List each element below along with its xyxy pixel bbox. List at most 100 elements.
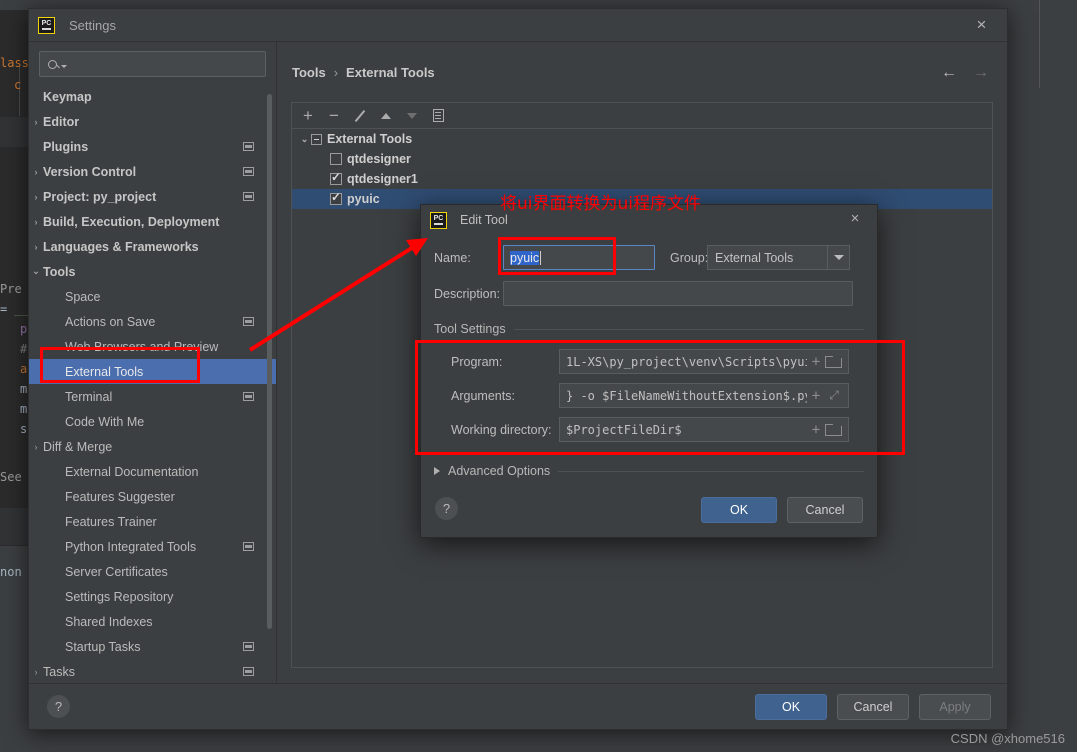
tool-enabled-checkbox[interactable] xyxy=(330,190,342,205)
sidebar-item-label: Editor xyxy=(43,114,80,129)
working-directory-input[interactable]: $ProjectFileDir$ + xyxy=(559,417,849,442)
sidebar-item-label: Version Control xyxy=(43,164,137,179)
sidebar-item-diff-merge[interactable]: › Diff & Merge xyxy=(29,434,276,459)
sidebar-item-project-py-project[interactable]: › Project: py_project xyxy=(29,184,276,209)
sidebar-item-version-control[interactable]: › Version Control xyxy=(29,159,276,184)
code-fragment: m xyxy=(20,402,28,416)
name-input[interactable]: pyuic xyxy=(503,245,655,270)
sidebar-item-tasks[interactable]: › Tasks xyxy=(29,659,276,684)
move-down-button[interactable] xyxy=(399,104,425,128)
pycharm-logo-text: PC xyxy=(433,215,444,223)
advanced-options-section[interactable]: Advanced Options xyxy=(434,464,864,478)
tool-label: qtdesigner1 xyxy=(347,172,418,186)
sidebar-item-external-documentation[interactable]: › External Documentation xyxy=(29,459,276,484)
sidebar-item-external-tools[interactable]: › External Tools xyxy=(29,359,276,384)
breadcrumb-parent[interactable]: Tools xyxy=(292,65,326,80)
description-input[interactable] xyxy=(503,281,853,306)
settings-cancel-button[interactable]: Cancel xyxy=(837,694,909,720)
insert-macro-icon[interactable]: + xyxy=(807,422,825,438)
chevron-right-icon[interactable]: › xyxy=(29,117,43,127)
edit-tool-ok-button[interactable]: OK xyxy=(701,497,777,523)
tools-group-label: External Tools xyxy=(327,132,413,146)
arguments-label: Arguments: xyxy=(451,388,515,403)
copy-icon xyxy=(432,109,444,122)
folder-icon[interactable] xyxy=(825,356,842,368)
sidebar-item-server-certificates[interactable]: › Server Certificates xyxy=(29,559,276,584)
sidebar-item-code-with-me[interactable]: › Code With Me xyxy=(29,409,276,434)
chevron-right-icon[interactable]: › xyxy=(29,192,43,202)
sidebar-item-terminal[interactable]: › Terminal xyxy=(29,384,276,409)
sidebar-item-settings-repository[interactable]: › Settings Repository xyxy=(29,584,276,609)
breadcrumb-current: External Tools xyxy=(346,64,435,80)
tool-row-qtdesigner[interactable]: qtdesigner xyxy=(292,149,992,169)
nav-forward-icon[interactable]: → xyxy=(973,64,989,82)
chevron-right-icon[interactable]: › xyxy=(29,667,43,677)
folder-icon[interactable] xyxy=(825,424,842,436)
name-row: Name: pyuic Group: External Tools xyxy=(421,245,877,270)
sidebar-item-label: Settings Repository xyxy=(65,589,174,604)
move-up-button[interactable] xyxy=(373,104,399,128)
nav-back-icon[interactable]: ← xyxy=(941,64,957,82)
settings-badge-icon xyxy=(243,192,254,201)
insert-macro-icon[interactable]: + xyxy=(807,388,825,404)
section-divider xyxy=(513,328,864,330)
chevron-right-icon: › xyxy=(29,92,43,102)
tools-group-row[interactable]: ⌄ External Tools xyxy=(292,129,992,149)
chevron-right-icon[interactable]: › xyxy=(29,167,43,177)
tool-row-qtdesigner1[interactable]: qtdesigner1 xyxy=(292,169,992,189)
remove-tool-button[interactable]: − xyxy=(321,104,347,128)
annotation-note: 将ui界面转换为ui程序文件 xyxy=(500,194,701,214)
sidebar-item-plugins[interactable]: ›Plugins xyxy=(29,134,276,159)
add-tool-button[interactable]: + xyxy=(295,104,321,128)
sidebar-item-startup-tasks[interactable]: › Startup Tasks xyxy=(29,634,276,659)
sidebar-item-python-integrated-tools[interactable]: › Python Integrated Tools xyxy=(29,534,276,559)
sidebar-item-label: Features Suggester xyxy=(65,489,175,504)
search-input[interactable] xyxy=(72,57,265,71)
group-dropdown[interactable]: External Tools xyxy=(707,245,850,270)
sidebar-item-editor[interactable]: › Editor xyxy=(29,109,276,134)
arguments-input-value: } -o $FileNameWithoutExtension$.py xyxy=(566,388,807,403)
group-checkbox[interactable] xyxy=(311,133,322,145)
arguments-input[interactable]: } -o $FileNameWithoutExtension$.py + ⤢ xyxy=(559,383,849,408)
edit-tool-footer-buttons: OK Cancel xyxy=(701,497,863,523)
sidebar-item-label: Languages & Frameworks xyxy=(43,239,199,254)
chevron-right-icon: › xyxy=(29,467,43,477)
sidebar-item-shared-indexes[interactable]: › Shared Indexes xyxy=(29,609,276,634)
search-area xyxy=(29,42,276,81)
search-box[interactable] xyxy=(39,51,266,77)
tool-enabled-checkbox[interactable] xyxy=(330,170,342,185)
help-icon[interactable]: ? xyxy=(47,695,70,718)
insert-macro-icon[interactable]: + xyxy=(807,354,825,370)
chevron-right-icon: › xyxy=(29,292,43,302)
sidebar-item-keymap[interactable]: ›Keymap xyxy=(29,84,276,109)
chevron-right-icon[interactable]: › xyxy=(29,442,43,452)
close-icon[interactable]: × xyxy=(846,210,864,228)
help-icon[interactable]: ? xyxy=(435,497,458,520)
ide-right-divider xyxy=(1039,0,1040,88)
chevron-right-icon: › xyxy=(29,517,43,527)
expand-icon[interactable]: ⤢ xyxy=(825,388,843,403)
group-label: Group: xyxy=(670,250,709,265)
sidebar-item-label: Project: py_project xyxy=(43,189,157,204)
tool-enabled-checkbox[interactable] xyxy=(330,153,342,165)
settings-ok-button[interactable]: OK xyxy=(755,694,827,720)
edit-tool-button[interactable] xyxy=(347,104,373,128)
edit-tool-cancel-button[interactable]: Cancel xyxy=(787,497,863,523)
settings-badge-icon xyxy=(243,667,254,676)
settings-badge-icon xyxy=(243,392,254,401)
close-icon[interactable]: × xyxy=(972,16,991,35)
program-input[interactable]: 1L-XS\py_project\venv\Scripts\pyuic5.exe… xyxy=(559,349,849,374)
sidebar-item-features-suggester[interactable]: › Features Suggester xyxy=(29,484,276,509)
settings-category-tree[interactable]: ›Keymap›Editor›Plugins›Version Control›P… xyxy=(29,84,276,684)
chevron-right-icon: › xyxy=(29,367,43,377)
sidebar-scrollbar[interactable] xyxy=(267,94,272,629)
chevron-down-icon[interactable]: ⌄ xyxy=(29,266,43,277)
sidebar-item-label: Actions on Save xyxy=(65,314,156,329)
sidebar-item-features-trainer[interactable]: › Features Trainer xyxy=(29,509,276,534)
chevron-right-icon[interactable]: › xyxy=(29,242,43,252)
chevron-down-icon[interactable]: ⌄ xyxy=(298,134,311,145)
copy-tool-button[interactable] xyxy=(425,104,451,128)
chevron-right-icon[interactable]: › xyxy=(29,217,43,227)
settings-apply-button[interactable]: Apply xyxy=(919,694,991,720)
settings-badge-icon xyxy=(243,167,254,176)
